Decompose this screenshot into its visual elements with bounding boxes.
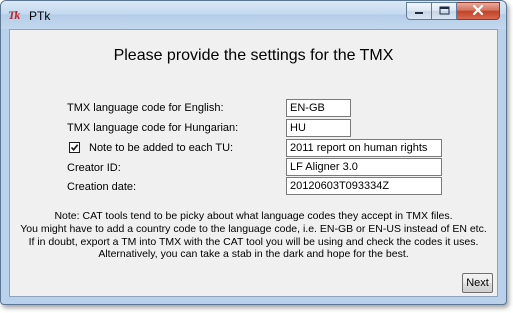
note-line: Alternatively, you can take a stab in th… bbox=[98, 248, 409, 261]
close-icon bbox=[472, 2, 484, 20]
checkmark-icon bbox=[70, 144, 79, 152]
creation-date-field[interactable]: 20120603T093334Z bbox=[286, 177, 442, 195]
note-line: You might have to add a country code to … bbox=[20, 222, 487, 235]
maximize-button[interactable] bbox=[432, 2, 457, 20]
tk-feather-icon: Tk bbox=[8, 8, 20, 22]
english-code-field[interactable]: EN-GB bbox=[286, 99, 351, 117]
dialog-window: Tk PTk Please provide the settings for t… bbox=[0, 0, 507, 305]
dialog-client-area: Please provide the settings for the TMX … bbox=[9, 29, 498, 297]
note-checkbox[interactable] bbox=[69, 142, 80, 153]
hungarian-code-label: TMX language code for Hungarian: bbox=[67, 122, 239, 134]
page-title: Please provide the settings for the TMX bbox=[113, 47, 394, 64]
next-button[interactable]: Next bbox=[462, 273, 493, 293]
creation-date-label: Creation date: bbox=[67, 181, 137, 193]
note-line: Note: CAT tools tend to be picky about w… bbox=[54, 210, 453, 222]
minimize-button[interactable] bbox=[406, 2, 432, 20]
english-code-label: TMX language code for English: bbox=[67, 102, 224, 114]
language-code-note: Note: CAT tools tend to be picky about w… bbox=[10, 210, 497, 261]
maximize-icon bbox=[439, 2, 450, 20]
minimize-icon bbox=[414, 2, 424, 20]
caption-buttons bbox=[406, 2, 500, 21]
note-field[interactable]: 2011 report on human rights bbox=[286, 139, 442, 157]
window-title: PTk bbox=[29, 9, 51, 23]
note-label: Note to be added to each TU: bbox=[89, 142, 234, 154]
close-button[interactable] bbox=[457, 2, 500, 20]
creator-id-label: Creator ID: bbox=[67, 162, 121, 174]
creator-id-field[interactable]: LF Aligner 3.0 bbox=[286, 158, 442, 176]
title-bar[interactable]: Tk PTk bbox=[1, 1, 506, 29]
hungarian-code-field[interactable]: HU bbox=[286, 119, 351, 137]
note-line: If in doubt, export a TM into TMX with t… bbox=[28, 235, 479, 248]
